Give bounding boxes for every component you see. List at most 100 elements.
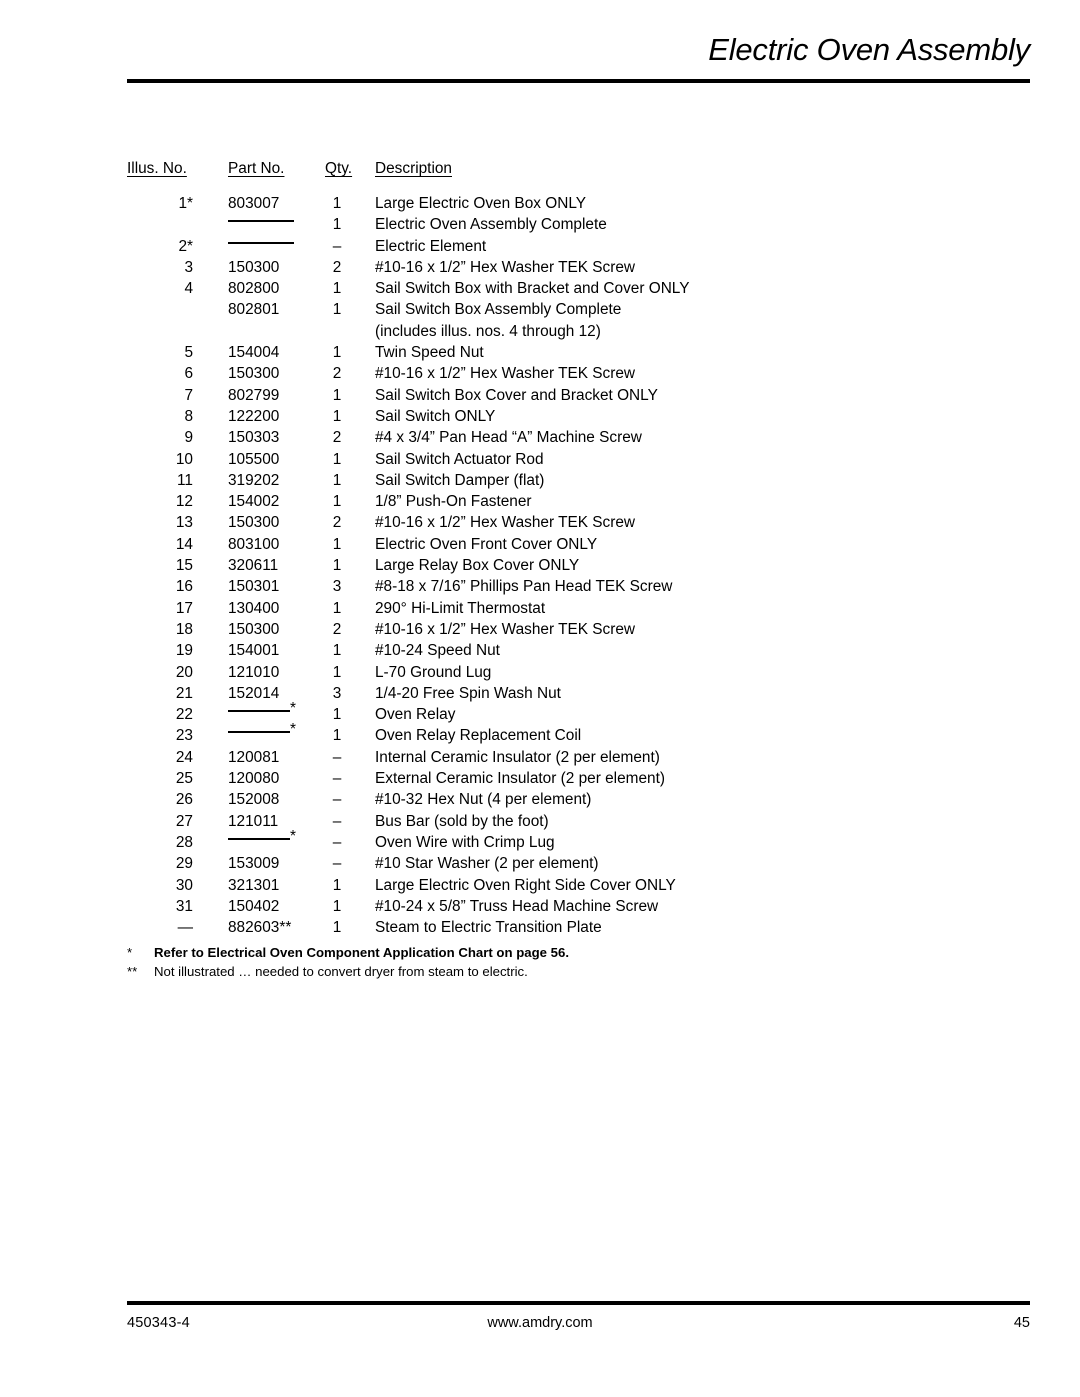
cell-description: Large Electric Oven Box ONLY xyxy=(375,195,586,212)
table-row: 28 * – Oven Wire with Crimp Lug xyxy=(0,829,1080,853)
parts-list-table: Illus. No. Part No. Qty. Description 1* 8… xyxy=(0,157,1080,938)
cell-part-no: 802801 xyxy=(228,301,280,319)
cell-part-no: 130400 xyxy=(228,599,280,617)
cell-qty: – xyxy=(332,833,342,851)
table-row: 22 * 1 Oven Relay xyxy=(0,701,1080,725)
column-header-qty: Qty. xyxy=(325,160,353,177)
cell-illus-no: 30 xyxy=(175,876,193,894)
table-header-row: Illus. No. Part No. Qty. Description xyxy=(0,157,1080,181)
table-row: 30 321301 1 Large Electric Oven Right Side … xyxy=(0,875,1080,896)
footnotes-block: * Refer to Electrical Oven Component Appl… xyxy=(127,944,927,981)
cell-description: Bus Bar (sold by the foot) xyxy=(375,812,549,830)
cell-illus-no: 1* xyxy=(178,195,193,212)
cell-part-no: 321301 xyxy=(228,876,280,894)
table-row: — 882603** 1 Steam to Electric Transition P… xyxy=(0,917,1080,938)
footnote: ** Not illustrated … needed to convert dr… xyxy=(127,963,927,982)
cell-qty: 1 xyxy=(332,280,342,298)
cell-part-no: 319202 xyxy=(228,471,280,489)
cell-description: Electric Oven Front Cover ONLY xyxy=(375,535,598,553)
cell-illus-no: 15 xyxy=(175,557,193,575)
table-row: 16 150301 3 #8-18 x 7/16” Phillips Pan Head… xyxy=(0,576,1080,597)
footnote-marker: ** xyxy=(127,963,138,979)
table-row: 24 120081 – Internal Ceramic Insulator (2 p… xyxy=(0,747,1080,768)
footer-divider xyxy=(127,1301,1030,1305)
cell-qty: 1 xyxy=(332,195,342,212)
cell-illus-no: 19 xyxy=(175,642,193,660)
cell-illus-no: 14 xyxy=(175,535,193,553)
table-row: 21 152014 3 1/4-20 Free Spin Wash Nut xyxy=(0,683,1080,704)
cell-illus-no: 25 xyxy=(175,770,193,788)
cell-description: Electric Element xyxy=(375,237,487,255)
cell-description: Twin Speed Nut xyxy=(375,344,484,362)
footnote-marker-asterisk: * xyxy=(290,721,296,739)
cell-part-no: 154002 xyxy=(228,493,280,511)
cell-qty: – xyxy=(332,791,342,809)
column-header-part-no: Part No. xyxy=(228,160,285,177)
cell-qty: 1 xyxy=(332,535,342,553)
cell-part-no: 150300 xyxy=(228,258,280,276)
cell-description: Oven Wire with Crimp Lug xyxy=(375,833,555,851)
cell-description: Electric Oven Assembly Complete xyxy=(375,216,607,234)
table-row: 8 122200 1 Sail Switch ONLY xyxy=(0,406,1080,427)
cell-illus-no: 20 xyxy=(175,663,193,681)
cell-qty: 1 xyxy=(332,471,342,489)
page-header: Electric Oven Assembly xyxy=(0,0,1080,92)
cell-part-no: * xyxy=(228,701,318,725)
cell-qty: 1 xyxy=(332,450,342,468)
cell-description: Oven Relay Replacement Coil xyxy=(375,727,582,745)
cell-qty: 1 xyxy=(332,493,342,511)
table-row: 25 120080 – External Ceramic Insulator (2 p… xyxy=(0,768,1080,789)
cell-illus-no: 4 xyxy=(184,280,193,298)
cell-description: Large Relay Box Cover ONLY xyxy=(375,557,580,575)
cell-qty: 1 xyxy=(332,599,342,617)
cell-description: Steam to Electric Transition Plate xyxy=(375,919,602,937)
cell-description: Sail Switch Box with Bracket and Cover O… xyxy=(375,280,690,298)
table-row: 2* – Electric Element xyxy=(0,236,1080,257)
cell-description: #10-24 x 5/8” Truss Head Machine Screw xyxy=(375,897,659,915)
cell-qty: – xyxy=(332,855,342,873)
cell-illus-no: 31 xyxy=(175,897,193,915)
table-row: 13 150300 2 #10-16 x 1/2” Hex Washer TEK Sc… xyxy=(0,512,1080,533)
cell-qty: – xyxy=(332,770,342,788)
cell-part-no: * xyxy=(228,829,318,853)
cell-part-no: 150300 xyxy=(228,514,280,532)
cell-illus-no: 21 xyxy=(175,684,193,702)
cell-part-no: 153009 xyxy=(228,855,280,873)
footnote-marker-asterisk: * xyxy=(290,827,296,845)
cell-part-no: 803007 xyxy=(228,195,280,212)
page-footer: 450343‑4 www.amdry.com 45 xyxy=(0,1287,1080,1397)
table-row: 29 153009 – #10 Star Washer (2 per element) xyxy=(0,853,1080,874)
cell-illus-no: 11 xyxy=(177,471,193,489)
cell-qty: 1 xyxy=(332,876,342,894)
table-row: 14 803100 1 Electric Oven Front Cover ONLY xyxy=(0,534,1080,555)
table-row: 23 * 1 Oven Relay Replacement Coil xyxy=(0,722,1080,746)
cell-description: #8-18 x 7/16” Phillips Pan Head TEK Scre… xyxy=(375,578,673,596)
page-title: Electric Oven Assembly xyxy=(708,32,1030,67)
cell-qty: 2 xyxy=(332,429,342,447)
cell-description: Sail Switch Box Cover and Bracket ONLY xyxy=(375,386,658,404)
cell-illus-no: 29 xyxy=(175,855,193,873)
cell-part-no: 150300 xyxy=(228,620,280,638)
cell-illus-no: 9 xyxy=(184,429,193,447)
cell-part-no xyxy=(228,214,318,235)
cell-illus-no: 6 xyxy=(184,365,193,383)
table-row: 1 Electric Oven Assembly Complete xyxy=(0,214,1080,235)
cell-qty: 3 xyxy=(332,684,342,702)
cell-illus-no: 26 xyxy=(175,791,193,809)
cell-part-no: * xyxy=(228,722,318,746)
cell-part-no: 150303 xyxy=(228,429,280,447)
part-no-dash-rule xyxy=(228,710,290,713)
cell-part-no: 120080 xyxy=(228,770,280,788)
table-row: 4 802800 1 Sail Switch Box with Bracket and… xyxy=(0,278,1080,299)
cell-part-no: 121011 xyxy=(228,812,279,830)
cell-qty: 2 xyxy=(332,514,342,532)
table-row: 26 152008 – #10-32 Hex Nut (4 per element) xyxy=(0,789,1080,810)
cell-illus-no: 8 xyxy=(184,407,193,425)
cell-qty: – xyxy=(332,748,342,766)
cell-part-no: 802799 xyxy=(228,386,280,404)
cell-description: Oven Relay xyxy=(375,706,456,724)
table-row: 31 150402 1 #10-24 x 5/8” Truss Head Machin… xyxy=(0,896,1080,917)
footnote-marker: * xyxy=(127,945,133,960)
cell-part-no xyxy=(228,236,318,257)
table-row: 10 105500 1 Sail Switch Actuator Rod xyxy=(0,449,1080,470)
